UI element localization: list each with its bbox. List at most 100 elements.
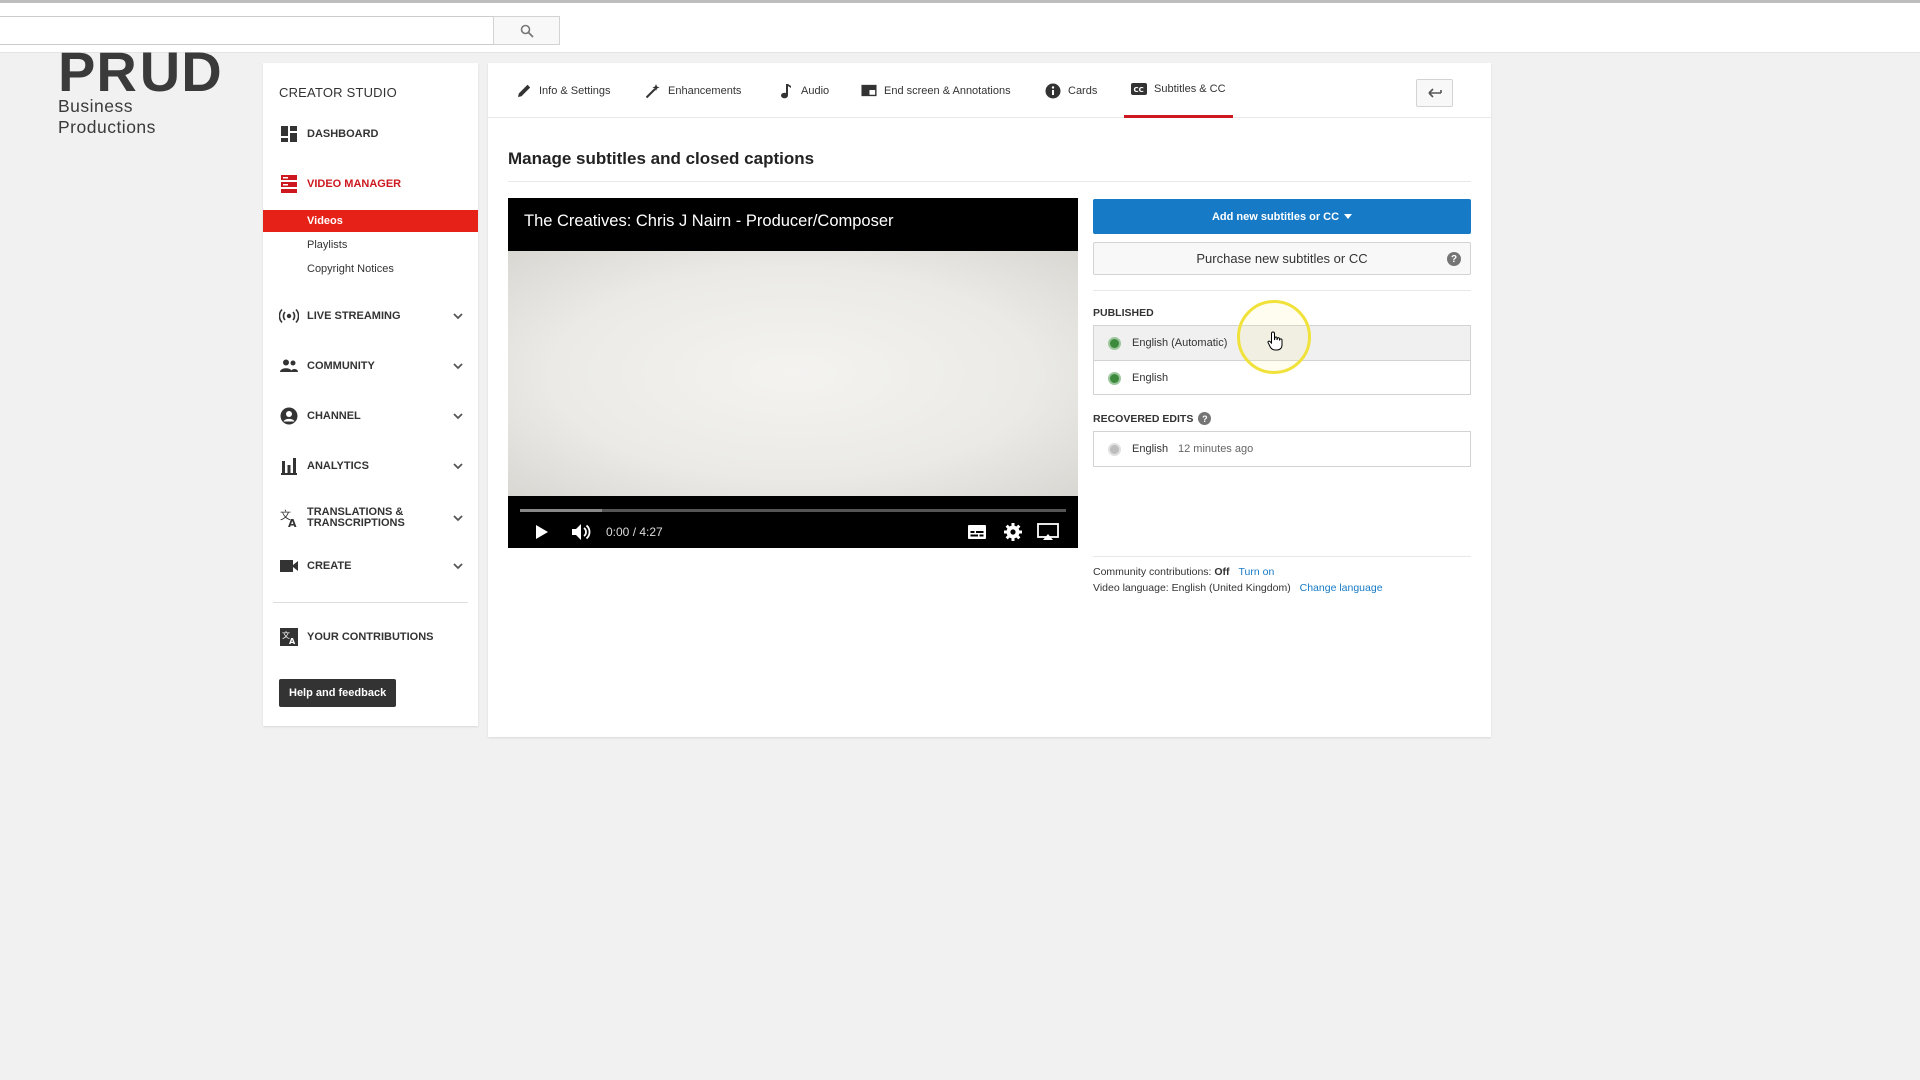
tab-audio[interactable]: Audio xyxy=(778,63,829,118)
community-value: Off xyxy=(1214,566,1230,578)
video-language: Video language: English (United Kingdom)… xyxy=(1093,582,1383,594)
channel-logo: PR UD Business Productions xyxy=(58,40,222,138)
published-heading: PUBLISHED xyxy=(1093,307,1154,319)
video-frame[interactable] xyxy=(508,251,1078,496)
progress-loaded xyxy=(520,509,602,512)
track-recovered-english[interactable]: English 12 minutes ago xyxy=(1094,432,1470,466)
sidebar-item-video-manager[interactable]: VIDEO MANAGER xyxy=(263,169,478,199)
sidebar-item-label: LIVE STREAMING xyxy=(307,309,401,322)
page-title: Manage subtitles and closed captions xyxy=(508,149,815,168)
chevron-down-icon xyxy=(453,313,463,320)
tab-label: Enhancements xyxy=(668,84,742,97)
sidebar-subitem-label: Playlists xyxy=(307,239,348,251)
creator-studio-title[interactable]: CREATOR STUDIO xyxy=(279,85,397,100)
recovered-edits-heading: RECOVERED EDITS ? xyxy=(1093,412,1212,425)
subtitles-button[interactable] xyxy=(965,520,989,544)
purchase-subtitles-button[interactable]: Purchase new subtitles or CC ? xyxy=(1093,242,1471,275)
help-icon[interactable]: ? xyxy=(1447,252,1461,266)
tab-label: Info & Settings xyxy=(539,84,611,97)
sidebar-item-label: CREATE xyxy=(307,559,352,572)
track-english-automatic[interactable]: English (Automatic) xyxy=(1094,326,1470,360)
purchase-subtitles-label: Purchase new subtitles or CC xyxy=(1196,251,1368,266)
tab-label: End screen & Annotations xyxy=(884,84,1011,97)
logo-text-end: UD xyxy=(139,40,223,103)
play-button[interactable] xyxy=(530,520,554,544)
sidebar: CREATOR STUDIO DASHBOARD VIDEO MANAGER V… xyxy=(263,63,478,726)
channel-icon xyxy=(279,406,299,426)
subtitles-icon xyxy=(968,525,986,539)
sidebar-item-label: CHANNEL xyxy=(307,409,361,422)
progress-bar[interactable] xyxy=(520,509,1066,512)
live-streaming-icon xyxy=(279,306,299,326)
settings-button[interactable] xyxy=(1001,520,1025,544)
gear-icon xyxy=(1004,523,1022,541)
published-label: PUBLISHED xyxy=(1093,307,1154,319)
logo-text-start: PR xyxy=(58,40,138,103)
track-name: English xyxy=(1132,443,1169,455)
language-value: English (United Kingdom) xyxy=(1171,582,1291,594)
sidebar-item-label: DASHBOARD xyxy=(307,127,379,140)
add-subtitles-button[interactable]: Add new subtitles or CC xyxy=(1093,199,1471,234)
volume-icon xyxy=(572,524,591,540)
sidebar-subitem-videos[interactable]: Videos xyxy=(263,210,478,232)
panel-divider xyxy=(1093,290,1471,291)
sidebar-subitem-label: Copyright Notices xyxy=(307,263,394,275)
back-arrow-icon xyxy=(1427,88,1442,98)
volume-button[interactable] xyxy=(569,520,593,544)
chevron-down-icon xyxy=(453,413,463,420)
sidebar-subitem-playlists[interactable]: Playlists xyxy=(263,234,478,256)
community-contributions: Community contributions: Off Turn on xyxy=(1093,566,1274,578)
recovered-edits-label: RECOVERED EDITS xyxy=(1093,412,1194,425)
help-feedback-button[interactable]: Help and feedback xyxy=(279,679,397,707)
tab-enhancements[interactable]: Enhancements xyxy=(645,63,741,118)
sidebar-subitem-copyright-notices[interactable]: Copyright Notices xyxy=(263,258,478,280)
info-icon xyxy=(1045,83,1061,99)
tab-info-settings[interactable]: Info & Settings xyxy=(516,63,611,118)
search-icon xyxy=(520,24,534,38)
sidebar-item-dashboard[interactable]: DASHBOARD xyxy=(263,119,478,149)
tab-label: Subtitles & CC xyxy=(1154,83,1226,95)
sidebar-item-label: VIDEO MANAGER xyxy=(307,177,402,190)
sidebar-item-label: ANALYTICS xyxy=(307,459,369,472)
svg-text:A: A xyxy=(288,517,297,528)
sidebar-item-your-contributions[interactable]: 文A YOUR CONTRIBUTIONS xyxy=(263,622,478,652)
sidebar-item-analytics[interactable]: ANALYTICS xyxy=(263,451,478,481)
contributions-icon: 文A xyxy=(279,627,299,647)
music-note-icon xyxy=(778,83,794,99)
tab-subtitles-cc[interactable]: CC Subtitles & CC xyxy=(1124,63,1233,118)
published-status-dot xyxy=(1108,337,1121,350)
sidebar-item-translations[interactable]: 文A TRANSLATIONS & TRANSCRIPTIONS xyxy=(263,501,478,535)
sidebar-item-community[interactable]: COMMUNITY xyxy=(263,351,478,381)
video-camera-icon xyxy=(279,556,299,576)
caret-down-icon xyxy=(1344,214,1353,219)
chevron-down-icon xyxy=(453,363,463,370)
svg-text:A: A xyxy=(289,637,296,646)
time-display: 0:00 / 4:27 xyxy=(606,525,663,539)
end-screen-icon xyxy=(861,83,877,99)
video-title: The Creatives: Chris J Nairn - Producer/… xyxy=(524,212,894,230)
airplay-icon xyxy=(1037,523,1059,540)
help-icon[interactable]: ? xyxy=(1198,412,1212,425)
tab-end-screen-annotations[interactable]: End screen & Annotations xyxy=(861,63,1011,118)
turn-on-link[interactable]: Turn on xyxy=(1238,566,1274,578)
change-language-link[interactable]: Change language xyxy=(1300,582,1383,594)
search-button[interactable] xyxy=(493,16,560,45)
community-prefix: Community contributions: xyxy=(1093,566,1212,578)
video-player[interactable]: The Creatives: Chris J Nairn - Producer/… xyxy=(508,198,1078,548)
sidebar-item-live-streaming[interactable]: LIVE STREAMING xyxy=(263,301,478,331)
chevron-down-icon xyxy=(453,515,463,522)
sidebar-item-create[interactable]: CREATE xyxy=(263,551,478,581)
sidebar-item-channel[interactable]: CHANNEL xyxy=(263,401,478,431)
play-icon xyxy=(536,525,548,539)
video-manager-icon xyxy=(279,174,299,194)
tab-cards[interactable]: Cards xyxy=(1045,63,1097,118)
analytics-icon xyxy=(279,456,299,476)
airplay-button[interactable] xyxy=(1036,520,1060,544)
sidebar-item-label: COMMUNITY xyxy=(307,359,375,372)
track-english[interactable]: English xyxy=(1094,360,1470,394)
dashboard-icon xyxy=(279,124,299,144)
main-panel: Info & Settings Enhancements Audio End s… xyxy=(488,63,1491,737)
title-divider xyxy=(508,181,1471,182)
back-button[interactable] xyxy=(1416,79,1453,107)
chevron-down-icon xyxy=(453,463,463,470)
